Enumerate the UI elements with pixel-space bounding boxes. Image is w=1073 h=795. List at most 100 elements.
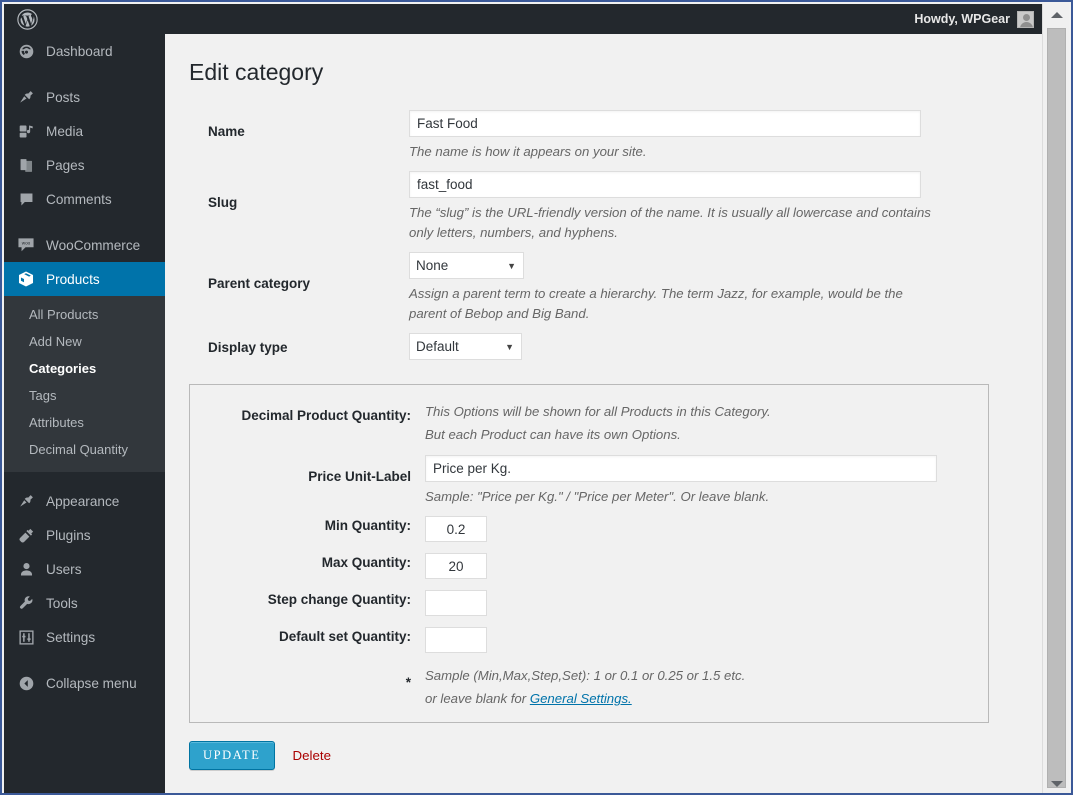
form-row-name: Name The name is how it appears on your … <box>189 101 1044 162</box>
sidebar-item-woocommerce[interactable]: woo WooCommerce <box>4 228 165 262</box>
scrollbar-thumb[interactable] <box>1047 28 1066 788</box>
sidebar-item-plugins[interactable]: Plugins <box>4 518 165 552</box>
dq-row-header: Decimal Product Quantity: This Options w… <box>190 391 988 446</box>
form-row-slug: Slug The “slug” is the URL-friendly vers… <box>189 162 1044 243</box>
slug-input[interactable] <box>409 171 921 198</box>
sidebar-item-pages[interactable]: Pages <box>4 148 165 182</box>
user-icon <box>15 559 37 579</box>
sidebar-item-media[interactable]: Media <box>4 114 165 148</box>
sidebar-separator <box>4 654 165 666</box>
sidebar-separator <box>4 68 165 80</box>
default-quantity-input[interactable] <box>425 627 487 653</box>
display-type-select[interactable]: Default <box>409 333 522 360</box>
admin-bar: Howdy, WPGear <box>4 4 1044 34</box>
min-quantity-label: Min Quantity: <box>324 518 411 533</box>
products-submenu: All Products Add New Categories Tags Att… <box>4 296 165 472</box>
step-quantity-input[interactable] <box>425 590 487 616</box>
step-quantity-label: Step change Quantity: <box>267 592 411 607</box>
pages-icon <box>15 155 37 175</box>
general-settings-link[interactable]: General Settings. <box>530 691 632 706</box>
sidebar-item-products[interactable]: Products <box>4 262 165 296</box>
collapse-menu-button[interactable]: Collapse menu <box>4 666 165 700</box>
sidebar-item-settings[interactable]: Settings <box>4 620 165 654</box>
scroll-up-arrow-icon[interactable] <box>1043 4 1070 26</box>
dq-row-min: Min Quantity: <box>190 507 988 544</box>
price-unit-input[interactable] <box>425 455 937 482</box>
decimal-quantity-label: Decimal Product Quantity: <box>241 408 411 423</box>
slug-label: Slug <box>208 195 238 210</box>
dq-row-step: Step change Quantity: <box>190 581 988 618</box>
account-menu[interactable]: Howdy, WPGear <box>914 10 1044 28</box>
paintbrush-icon <box>15 491 37 511</box>
svg-text:woo: woo <box>22 240 31 245</box>
name-label: Name <box>208 124 245 139</box>
sidebar-item-appearance[interactable]: Appearance <box>4 484 165 518</box>
price-unit-description: Sample: "Price per Kg." / "Price per Met… <box>425 489 770 504</box>
max-quantity-input[interactable] <box>425 553 487 579</box>
product-box-icon <box>15 269 37 289</box>
submenu-item-decimal-quantity[interactable]: Decimal Quantity <box>4 436 165 463</box>
sidebar-separator <box>4 216 165 228</box>
sidebar-item-tools[interactable]: Tools <box>4 586 165 620</box>
pin-icon <box>15 87 37 107</box>
sidebar-item-label: Settings <box>46 629 96 645</box>
sidebar-item-label: Appearance <box>46 493 120 509</box>
decimal-quantity-form: Decimal Product Quantity: This Options w… <box>190 391 988 710</box>
parent-category-select[interactable]: None <box>409 252 524 279</box>
sidebar-item-label: Posts <box>46 89 80 105</box>
sidebar-item-label: Media <box>46 123 84 139</box>
dq-row-max: Max Quantity: <box>190 544 988 581</box>
wrench-icon <box>15 593 37 613</box>
update-button[interactable]: Update <box>189 741 275 770</box>
page-title: Edit category <box>189 59 324 85</box>
submenu-item-add-new[interactable]: Add New <box>4 328 165 355</box>
sidebar-item-label: Pages <box>46 157 85 173</box>
sample-text-line-1: Sample (Min,Max,Step,Set): 1 or 0.1 or 0… <box>425 668 746 683</box>
display-type-select-wrap: Default ▼ <box>409 333 522 360</box>
delete-link[interactable]: Delete <box>293 748 331 763</box>
sliders-icon <box>15 627 37 647</box>
submenu-item-all-products[interactable]: All Products <box>4 301 165 328</box>
name-input[interactable] <box>409 110 921 137</box>
display-type-label: Display type <box>208 340 288 355</box>
parent-category-select-wrap: None ▼ <box>409 252 524 279</box>
category-form: Name The name is how it appears on your … <box>189 101 1044 371</box>
form-row-display-type: Display type Default ▼ <box>189 324 1044 371</box>
avatar <box>1017 10 1034 28</box>
name-description: The name is how it appears on your site. <box>409 144 647 159</box>
decimal-quantity-note-2: But each Product can have its own Option… <box>425 427 681 442</box>
sidebar-item-label: WooCommerce <box>46 237 141 253</box>
parent-category-description: Assign a parent term to create a hierarc… <box>409 286 903 321</box>
plug-icon <box>15 525 37 545</box>
admin-sidebar: Dashboard Posts Media Pages Comments woo… <box>4 34 165 793</box>
sidebar-item-label: Products <box>46 271 100 287</box>
sidebar-item-posts[interactable]: Posts <box>4 80 165 114</box>
browser-window: Howdy, WPGear Dashboard Posts Media Page… <box>0 0 1073 795</box>
parent-category-label: Parent category <box>208 276 311 291</box>
media-icon <box>15 121 37 141</box>
decimal-quantity-note-1: This Options will be shown for all Produ… <box>425 404 771 419</box>
main-content: Edit category Name The name is how it ap… <box>165 34 1044 793</box>
sidebar-item-users[interactable]: Users <box>4 552 165 586</box>
sidebar-item-label: Users <box>46 561 82 577</box>
collapse-arrow-icon <box>15 675 37 692</box>
min-quantity-input[interactable] <box>425 516 487 542</box>
sidebar-separator <box>4 472 165 484</box>
dq-row-default: Default set Quantity: <box>190 618 988 655</box>
vertical-scrollbar[interactable] <box>1042 4 1070 793</box>
sidebar-item-dashboard[interactable]: Dashboard <box>4 34 165 68</box>
submenu-item-categories[interactable]: Categories <box>4 355 165 382</box>
wordpress-logo-icon[interactable] <box>4 4 50 34</box>
scroll-down-arrow-icon[interactable] <box>1043 773 1070 793</box>
submenu-item-attributes[interactable]: Attributes <box>4 409 165 436</box>
sidebar-item-comments[interactable]: Comments <box>4 182 165 216</box>
sidebar-item-label: Comments <box>46 191 112 207</box>
submenu-item-tags[interactable]: Tags <box>4 382 165 409</box>
decimal-quantity-panel: Decimal Product Quantity: This Options w… <box>189 384 989 723</box>
sample-text-line-2: or leave blank for General Settings. <box>425 687 988 710</box>
sidebar-item-label: Plugins <box>46 527 91 543</box>
form-row-parent: Parent category None ▼ Assign a parent t… <box>189 243 1044 324</box>
comment-bubble-icon <box>15 189 37 209</box>
asterisk-label: * <box>405 675 411 690</box>
default-quantity-label: Default set Quantity: <box>278 629 411 644</box>
